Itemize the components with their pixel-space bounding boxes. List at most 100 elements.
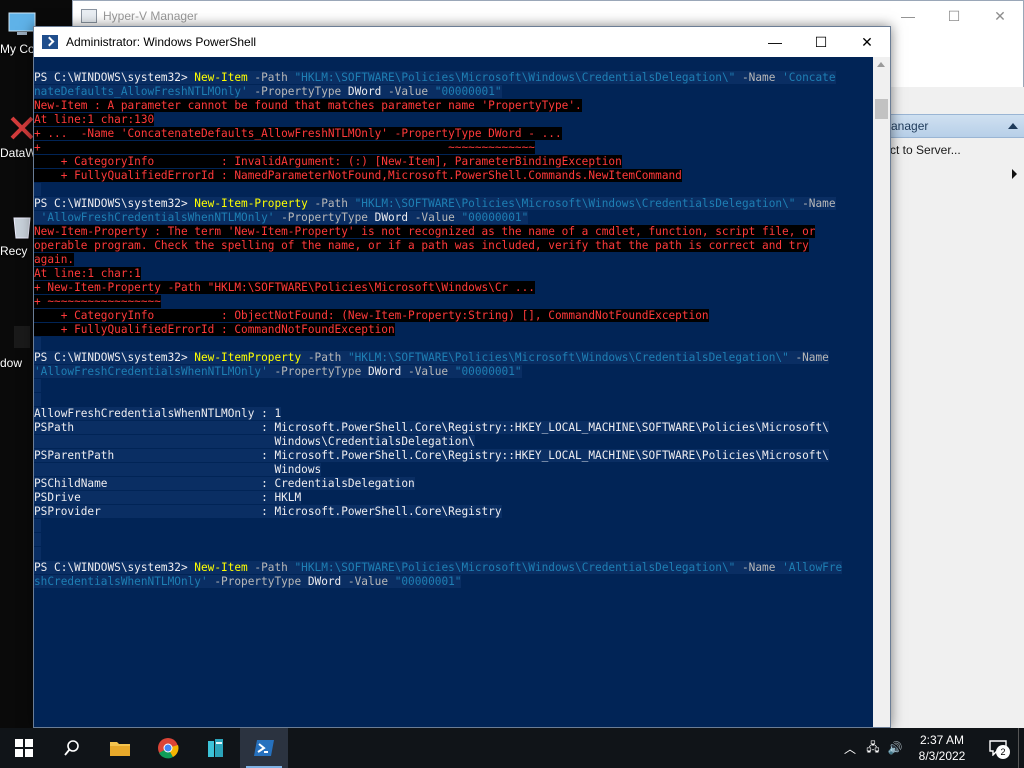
console-text: nateDefaults_AllowFreshNTLMOnly' [34, 85, 248, 98]
console-text [34, 547, 41, 560]
taskbar-search-button[interactable] [48, 728, 96, 768]
collapse-icon[interactable] [1008, 123, 1018, 129]
console-line: + New-Item-Property -Path "HKLM:\SOFTWAR… [34, 281, 874, 295]
console-line [34, 337, 874, 351]
console-line: New-Item : A parameter cannot be found t… [34, 99, 874, 113]
console-line: 'AllowFreshCredentialsWhenNTLMOnly' -Pro… [34, 365, 874, 379]
console-text: -Path [301, 351, 348, 364]
minimize-button[interactable]: — [885, 1, 931, 31]
connect-to-server-action[interactable]: ct to Server... [890, 138, 1024, 162]
console-text: "00000001" [454, 365, 522, 378]
console-line: + CategoryInfo : ObjectNotFound: (New-It… [34, 309, 874, 323]
close-button[interactable]: ✕ [977, 1, 1023, 31]
console-text: 'AllowFreshCredentialsWhenNTLMOnly' [34, 365, 268, 378]
console-line: + ... -Name 'ConcatenateDefaults_AllowFr… [34, 127, 874, 141]
console-text: DWord [307, 575, 342, 588]
chrome-icon [158, 738, 179, 759]
console-text: "HKLM:\SOFTWARE\Policies\Microsoft\Windo… [347, 351, 789, 364]
console-output[interactable]: PS C:\WINDOWS\system32> New-Item -Path "… [34, 57, 874, 727]
notification-badge: 2 [996, 745, 1010, 759]
console-line [34, 519, 874, 533]
console-text: AllowFreshCredentialsWhenNTLMOnly : 1 [34, 407, 282, 420]
clock[interactable]: 2:37 AM 8/3/2022 [906, 732, 978, 764]
console-text: "HKLM:\SOFTWARE\Policies\Microsoft\Windo… [294, 71, 736, 84]
show-desktop-button[interactable] [1018, 728, 1024, 768]
console-text: + ~~~~~~~~~~~~~ [34, 141, 535, 154]
console-line: operable program. Check the spelling of … [34, 239, 874, 253]
taskbar-file-explorer[interactable] [96, 728, 144, 768]
console-line: PS C:\WINDOWS\system32> New-Item-Propert… [34, 197, 874, 211]
console-line: nateDefaults_AllowFreshNTLMOnly' -Proper… [34, 85, 874, 99]
windows-icon [15, 739, 33, 757]
console-text: New-Item-Property : The term 'New-Item-P… [34, 225, 816, 238]
start-button[interactable] [0, 728, 48, 768]
maximize-button[interactable]: ☐ [931, 1, 977, 31]
hyperv-title: Hyper-V Manager [103, 9, 198, 23]
view-submenu-action[interactable] [890, 162, 1024, 186]
taskbar-powershell[interactable] [240, 728, 288, 768]
actions-pane-header[interactable]: anager [890, 114, 1024, 138]
console-text: -PropertyType [207, 575, 308, 588]
console-text: "00000001" [461, 211, 529, 224]
console-line: AllowFreshCredentialsWhenNTLMOnly : 1 [34, 407, 874, 421]
network-icon[interactable]: 🖧 [862, 738, 884, 759]
console-line: Windows [34, 463, 874, 477]
console-text [34, 379, 41, 392]
taskbar: ︿ 🖧 🔊 2:37 AM 8/3/2022 2 [0, 728, 1024, 768]
console-text: -Name [795, 197, 836, 210]
volume-icon[interactable]: 🔊 [884, 741, 906, 755]
console-text: PSProvider : Microsoft.PowerShell.Core\R… [34, 505, 502, 518]
console-line: PSProvider : Microsoft.PowerShell.Core\R… [34, 505, 874, 519]
taskbar-chrome[interactable] [144, 728, 192, 768]
console-text: + ... -Name 'ConcatenateDefaults_AllowFr… [34, 127, 562, 140]
console-text: Windows\CredentialsDelegation\ [34, 435, 475, 448]
system-tray: ︿ 🖧 🔊 2:37 AM 8/3/2022 2 [838, 728, 1024, 768]
console-line: + CategoryInfo : InvalidArgument: (:) [N… [34, 155, 874, 169]
notification-center-button[interactable]: 2 [978, 728, 1018, 768]
console-text [34, 519, 41, 532]
console-text: -Value [381, 85, 435, 98]
console-text: -PropertyType [267, 365, 368, 378]
console-text: -Path [247, 71, 295, 84]
powershell-window: Administrator: Windows PowerShell — ☐ ✕ … [33, 26, 891, 728]
maximize-button[interactable]: ☐ [798, 27, 844, 57]
console-text: At line:1 char:130 [34, 113, 155, 126]
hyperv-app-icon [81, 9, 97, 23]
console-text [34, 533, 41, 546]
close-button[interactable]: ✕ [844, 27, 890, 57]
console-text: + CategoryInfo : ObjectNotFound: (New-It… [34, 309, 709, 322]
console-text: -Name [735, 71, 783, 84]
console-text: "HKLM:\SOFTWARE\Policies\Microsoft\Windo… [354, 197, 796, 210]
console-line: + FullyQualifiedErrorId : NamedParameter… [34, 169, 874, 183]
console-text: New-ItemProperty [194, 351, 302, 364]
console-text: -Path [307, 197, 355, 210]
minimize-button[interactable]: — [752, 27, 798, 57]
console-text: + New-Item-Property -Path "HKLM:\SOFTWAR… [34, 281, 535, 294]
console-line: again. [34, 253, 874, 267]
console-line: + ~~~~~~~~~~~~~~~~~ [34, 295, 874, 309]
console-text: PS C:\WINDOWS\system32> [34, 197, 195, 210]
console-text: -PropertyType [247, 85, 348, 98]
console-text: New-Item-Property [194, 197, 308, 210]
vertical-scrollbar[interactable] [873, 57, 890, 727]
console-text: PSPath : Microsoft.PowerShell.Core\Regis… [34, 421, 829, 434]
console-text: PS C:\WINDOWS\system32> [34, 71, 195, 84]
console-text: New-Item : A parameter cannot be found t… [34, 99, 582, 112]
console-text: "00000001" [434, 85, 502, 98]
scroll-up-icon[interactable] [877, 62, 885, 67]
chevron-up-icon[interactable]: ︿ [838, 740, 862, 757]
console-text [34, 183, 41, 196]
console-text: "HKLM:\SOFTWARE\Policies\Microsoft\Windo… [294, 561, 736, 574]
search-icon [64, 740, 79, 756]
connect-to-server-label: ct to Server... [890, 143, 961, 157]
taskbar-hyperv[interactable] [192, 728, 240, 768]
scrollbar-thumb[interactable] [875, 99, 888, 119]
console-text: DWord [374, 211, 409, 224]
console-text: -PropertyType [274, 211, 375, 224]
console-text: At line:1 char:1 [34, 267, 141, 280]
console-line: Windows\CredentialsDelegation\ [34, 435, 874, 449]
console-line: PS C:\WINDOWS\system32> New-Item -Path "… [34, 71, 874, 85]
powershell-title: Administrator: Windows PowerShell [66, 35, 257, 49]
console-text: -Path [247, 561, 295, 574]
console-text: New-Item [194, 71, 248, 84]
